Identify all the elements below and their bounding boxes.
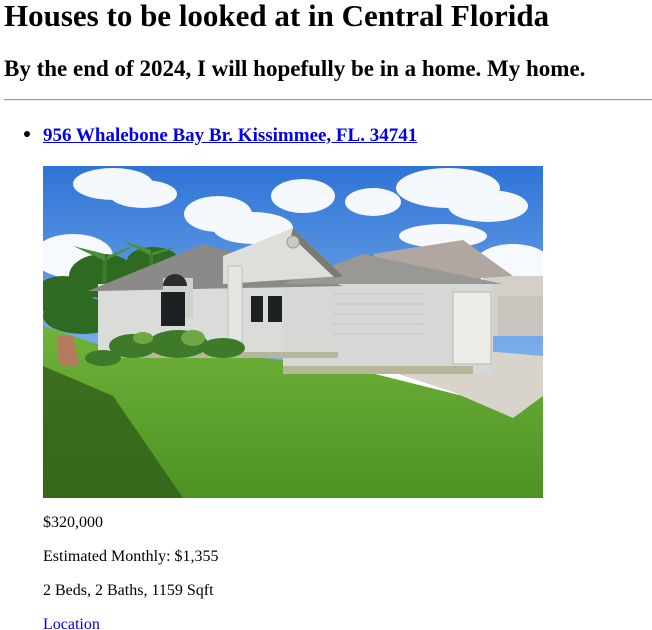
house-photo [43, 166, 543, 498]
page-title: Houses to be looked at in Central Florid… [4, 0, 550, 33]
listing-specs: 2 Beds, 2 Baths, 1159 Sqft [43, 582, 214, 599]
page-subtitle: By the end of 2024, I will hopefully be … [4, 56, 586, 81]
listing-monthly-estimate: Estimated Monthly: $1,355 [43, 548, 219, 565]
horizontal-divider [4, 99, 652, 101]
bullet-icon [24, 131, 30, 137]
location-link[interactable]: Location [43, 615, 100, 630]
listing-price: $320,000 [43, 514, 103, 531]
listing-address-link[interactable]: 956 Whalebone Bay Br. Kissimmee, FL. 347… [43, 124, 417, 148]
page: Houses to be looked at in Central Florid… [0, 0, 652, 630]
